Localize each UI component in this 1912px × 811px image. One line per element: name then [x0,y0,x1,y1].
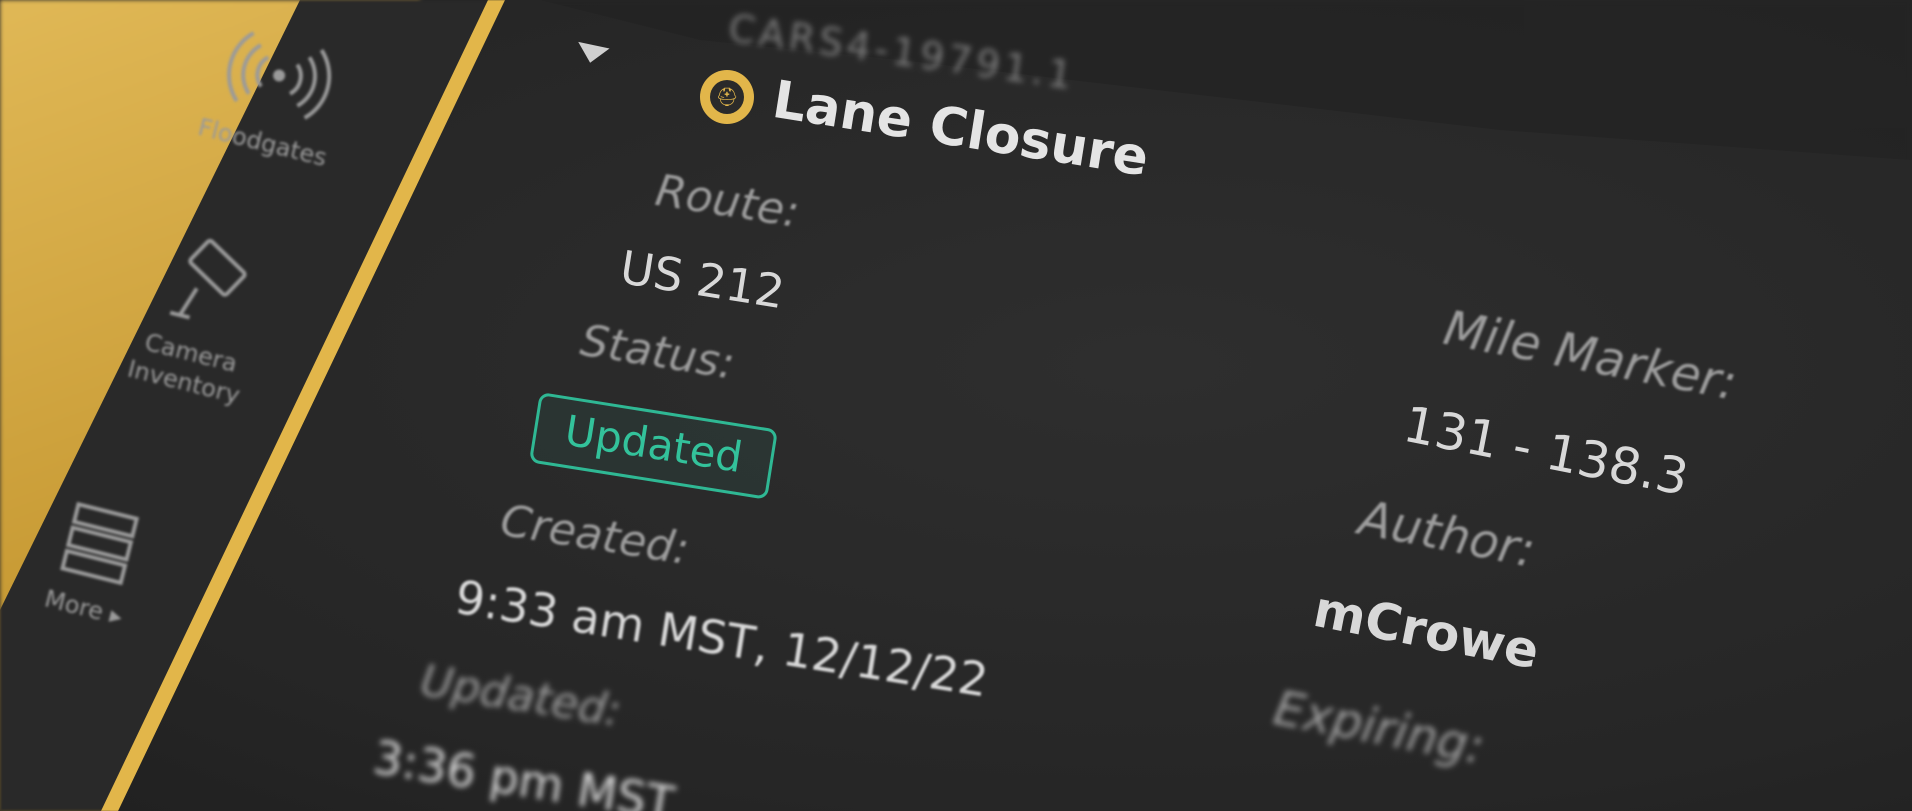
screen: Floodgates Camera Inventory More ▸ CARS4… [0,0,1912,811]
event-type-pin-icon: ⛑ [700,70,754,124]
pin-inner-icon: ⛑ [710,80,744,114]
